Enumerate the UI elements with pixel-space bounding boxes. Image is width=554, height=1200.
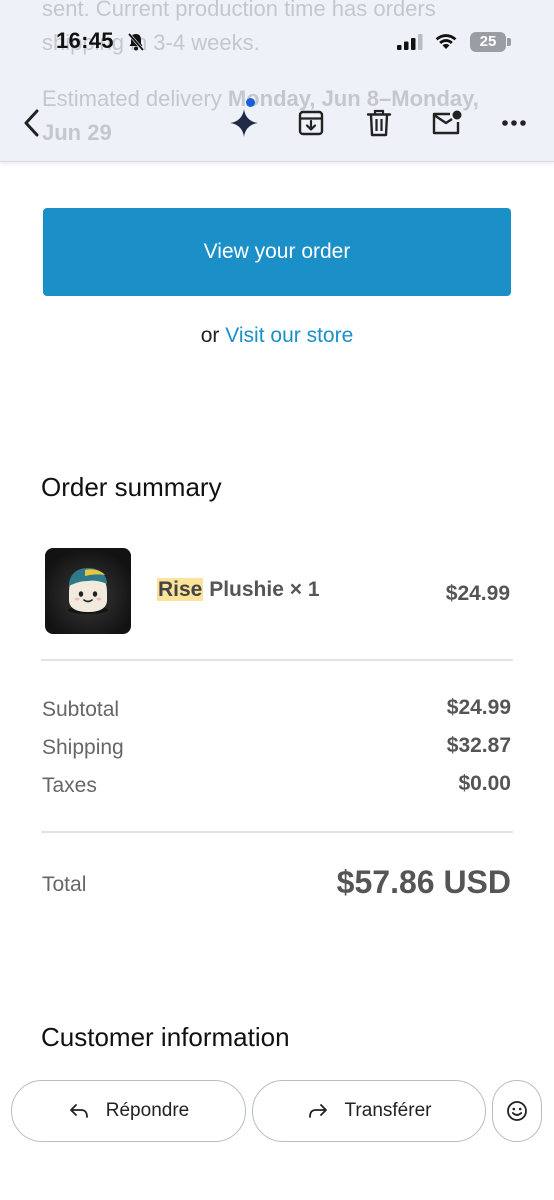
mark-unread-button[interactable] xyxy=(423,96,471,150)
battery-level: 25 xyxy=(479,33,497,50)
smiley-icon xyxy=(507,1101,527,1121)
sparkle-notification-dot xyxy=(246,98,255,107)
forward-button[interactable]: Transférer xyxy=(252,1080,486,1142)
divider xyxy=(41,831,513,833)
sparkle-icon xyxy=(230,109,258,137)
more-options-button[interactable] xyxy=(490,96,538,150)
product-image xyxy=(45,548,131,634)
reply-icon xyxy=(69,1104,88,1118)
taxes-label: Taxes xyxy=(42,774,97,797)
total-value: $57.86 USD xyxy=(336,864,511,900)
visit-store-link[interactable]: Visit our store xyxy=(225,324,353,347)
shipping-value: $32.87 xyxy=(446,734,511,757)
subtotal-value: $24.99 xyxy=(446,696,511,719)
trash-icon xyxy=(366,109,392,137)
shipping-label: Shipping xyxy=(42,736,124,759)
plushie-image xyxy=(68,568,108,614)
total-label: Total xyxy=(42,873,87,896)
customer-info-heading: Customer information xyxy=(41,1022,290,1052)
or-text: or xyxy=(200,324,220,347)
reply-bar: Répondre Transférer xyxy=(0,1072,554,1152)
cellular-signal-icon xyxy=(397,34,423,50)
gemini-button[interactable] xyxy=(220,96,268,150)
delete-button[interactable] xyxy=(355,96,403,150)
status-time: 16:45 xyxy=(56,28,114,53)
mark-unread-icon xyxy=(432,110,462,135)
item-name-rest: Plushie × 1 xyxy=(209,578,320,601)
status-bar: 16:45 25 xyxy=(0,20,554,64)
email-toolbar xyxy=(0,96,554,150)
bell-muted-icon xyxy=(127,33,145,51)
emoji-reaction-button[interactable] xyxy=(492,1080,542,1142)
reply-button[interactable]: Répondre xyxy=(11,1080,246,1142)
battery-icon: 25 xyxy=(470,32,512,52)
order-summary-heading: Order summary xyxy=(41,472,222,502)
divider xyxy=(41,659,513,661)
subtotal-label: Subtotal xyxy=(42,698,120,721)
forward-icon xyxy=(308,1104,327,1118)
forward-label: Transférer xyxy=(344,1100,432,1121)
view-order-button[interactable]: View your order xyxy=(43,208,511,296)
back-chevron-icon xyxy=(24,109,39,137)
taxes-value: $0.00 xyxy=(458,772,511,795)
back-button[interactable] xyxy=(8,96,56,150)
battery-cap xyxy=(507,38,511,46)
search-highlight: Rise xyxy=(157,578,204,601)
wifi-icon xyxy=(435,34,457,49)
reply-label: Répondre xyxy=(105,1100,190,1121)
item-price: $24.99 xyxy=(445,582,510,605)
visit-store-line: or Visit our store xyxy=(0,324,554,348)
archive-button[interactable] xyxy=(287,96,335,150)
archive-icon xyxy=(298,110,324,136)
item-name: Rise Plushie × 1 xyxy=(157,578,320,602)
more-icon xyxy=(502,120,526,126)
